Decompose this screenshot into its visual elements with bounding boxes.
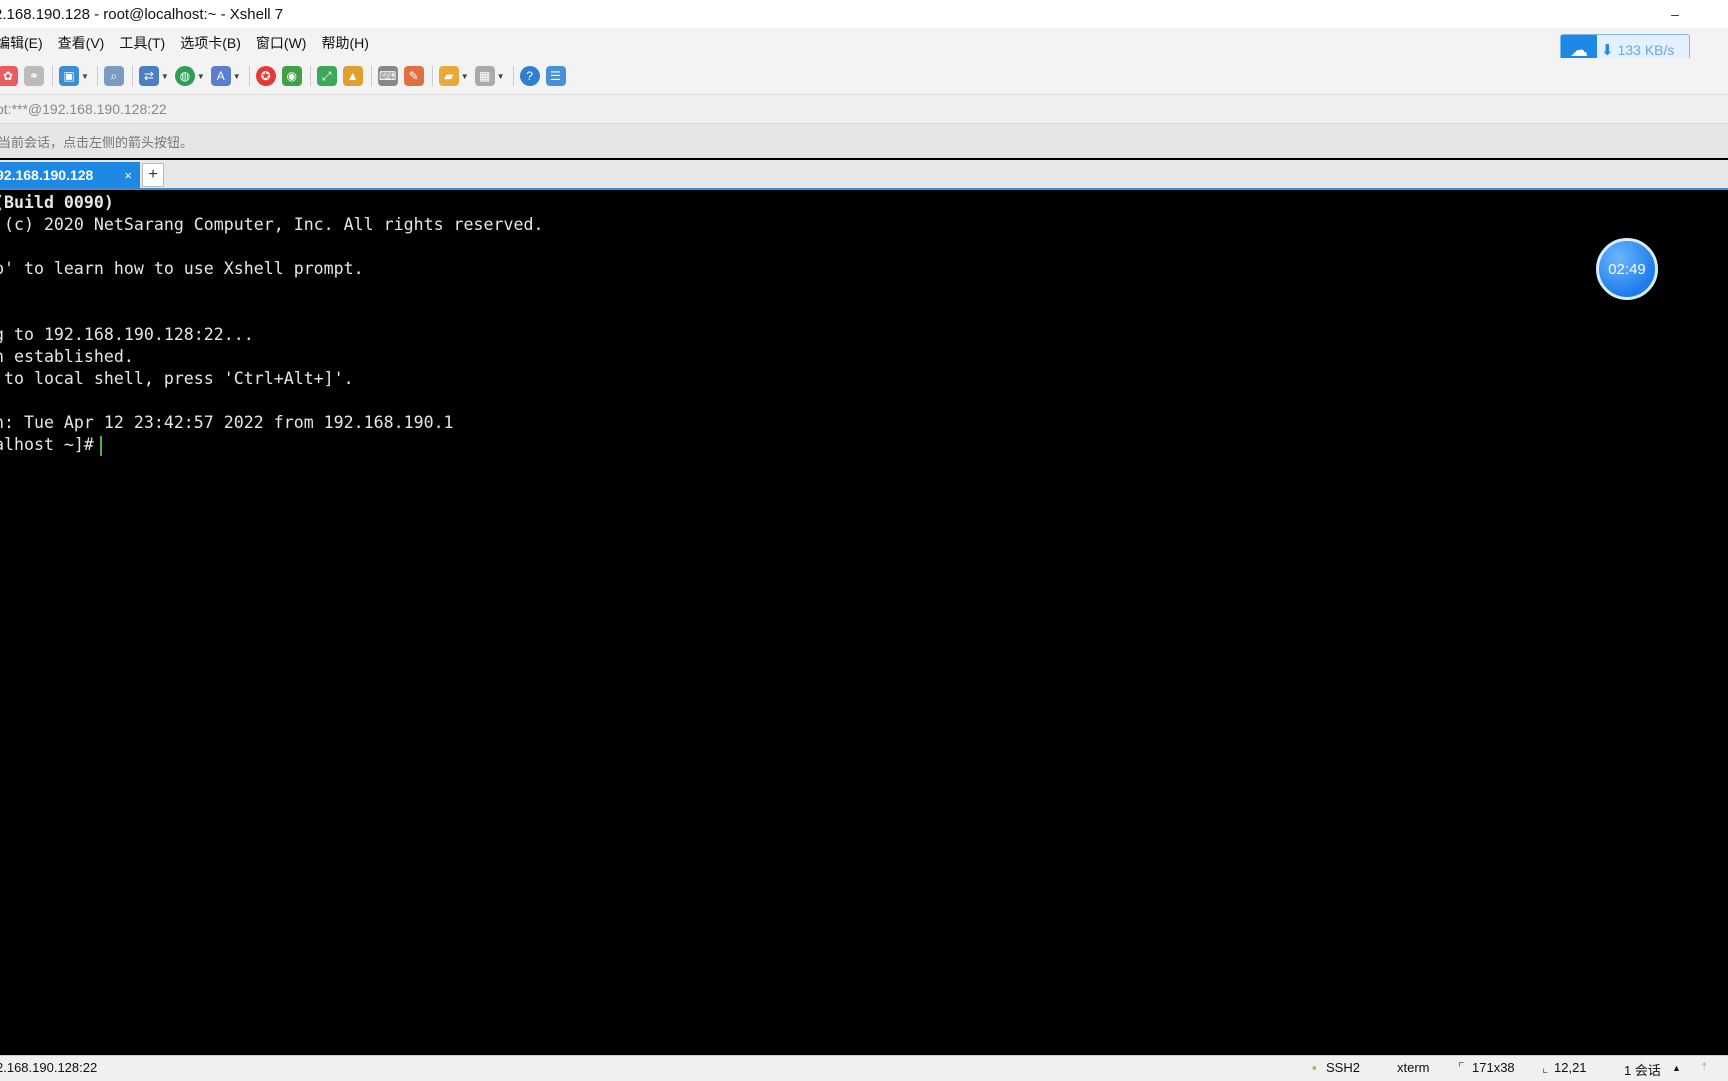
help-button[interactable]: ? (519, 66, 540, 86)
address-bar[interactable]: ot:***@192.168.190.128:22 (0, 95, 1728, 124)
toolbar-separator (431, 66, 433, 86)
status-position: 12,21 (1554, 1060, 1587, 1075)
close-icon[interactable]: × (124, 168, 132, 183)
status-term: xterm (1397, 1060, 1430, 1075)
address-value[interactable]: ot:***@192.168.190.128:22 (0, 101, 167, 117)
minimize-button[interactable]: – (1652, 0, 1698, 28)
toolbar-separator (512, 66, 514, 86)
title-bar: 2.168.190.128 - root@localhost:~ - Xshel… (0, 0, 1728, 28)
disconnect-icon: ⚭ (24, 66, 44, 86)
script-button[interactable]: ✎ (403, 66, 424, 86)
xftp-icon: ✪ (255, 66, 276, 86)
position-icon: ⌞ (1542, 1060, 1549, 1075)
terminal[interactable]: (Build 0090) t (c) 2020 NetSarang Comput… (0, 190, 1728, 1055)
new-session-button[interactable]: ▣ ▼ (59, 66, 89, 86)
layout-icon: ▦ (474, 66, 495, 86)
xmanager-button[interactable]: ◉ (281, 66, 302, 86)
globe-button[interactable]: ◍ ▼ (174, 66, 205, 86)
globe-icon: ◍ (174, 66, 195, 86)
status-sessions[interactable]: 1 会话 (1624, 1060, 1661, 1079)
dropdown-arrow-icon[interactable]: ▼ (197, 72, 205, 81)
menu-help[interactable]: 帮助(H) (321, 33, 368, 53)
transfer-button[interactable]: ⇄ ▼ (138, 66, 169, 86)
terminal-line: on established. (0, 347, 134, 366)
toolbar-separator (248, 66, 250, 86)
font-icon: A (210, 66, 231, 86)
lock-button[interactable]: ▲ (342, 66, 363, 86)
hint-text: 当前会话，点击左侧的箭头按钮。 (0, 134, 194, 150)
find-icon: ⌕ (103, 66, 124, 86)
dropdown-arrow-icon[interactable]: ▼ (497, 72, 505, 81)
terminal-prompt: calhost ~]# (0, 435, 94, 454)
script-icon: ✎ (403, 66, 424, 86)
terminal-line: ng to 192.168.190.128:22... (0, 325, 254, 344)
help-icon: ? (519, 66, 540, 86)
folder-icon: ▰ (438, 66, 459, 86)
keyboard-button[interactable]: ⌨ (377, 66, 398, 86)
terminal-cursor (99, 435, 102, 456)
menu-window[interactable]: 窗口(W) (256, 33, 307, 53)
dropdown-arrow-icon[interactable]: ▼ (233, 72, 241, 81)
disconnect-button[interactable]: ⚭ (24, 66, 44, 86)
find-button[interactable]: ⌕ (103, 66, 124, 86)
toolbar-separator (96, 66, 98, 86)
dropdown-arrow-icon[interactable]: ▼ (461, 72, 469, 81)
menu-tools[interactable]: 工具(T) (119, 33, 165, 53)
font-button[interactable]: A ▼ (210, 66, 241, 86)
menu-tabs[interactable]: 选项卡(B) (180, 33, 241, 53)
download-arrow-icon: ⬇ (1601, 42, 1614, 59)
arrow-up-icon[interactable]: ⇡ (1700, 1062, 1708, 1073)
size-icon: ⌜ (1458, 1060, 1465, 1075)
new-session-icon: ▣ (59, 66, 79, 86)
toolbar: ✿ ⚭ ▣ ▼ ⌕ ⇄ ▼ ◍ ▼ A ▼ ✪ ◉ ⤢ ▲ ⌨ ✎ ▰ ▼ ▦ ▼ ? ☰ (0, 58, 1728, 95)
toolbar-separator (131, 66, 133, 86)
properties-button[interactable]: ✿ (0, 66, 18, 86)
hint-bar: 当前会话，点击左侧的箭头按钮。 (0, 124, 1728, 158)
status-address: 2.168.190.128:22 (0, 1060, 98, 1075)
menu-view[interactable]: 查看(V) (58, 33, 105, 53)
status-bar: 2.168.190.128:22 ▪ SSH2 xterm ⌜ 171x38 ⌞… (0, 1055, 1728, 1081)
tab-bar: 92.168.190.128 × + (0, 160, 1728, 190)
folder-button[interactable]: ▰ ▼ (438, 66, 469, 86)
chevron-up-icon[interactable]: ▲ (1672, 1063, 1681, 1073)
dropdown-arrow-icon[interactable]: ▼ (161, 72, 169, 81)
terminal-line: e to local shell, press 'Ctrl+Alt+]'. (0, 369, 354, 388)
terminal-prompt-line: calhost ~]# (0, 434, 102, 456)
lock-icon: ▲ (342, 66, 363, 86)
terminal-line: (Build 0090) (0, 193, 114, 212)
fullscreen-button[interactable]: ⤢ (316, 66, 337, 86)
chat-button[interactable]: ☰ (545, 66, 566, 86)
status-protocol: SSH2 (1326, 1060, 1360, 1075)
window-title: 2.168.190.128 - root@localhost:~ - Xshel… (0, 5, 284, 23)
status-size: 171x38 (1472, 1060, 1515, 1075)
properties-icon: ✿ (0, 66, 18, 86)
terminal-line: t (c) 2020 NetSarang Computer, Inc. All … (0, 215, 544, 234)
terminal-line: in: Tue Apr 12 23:42:57 2022 from 192.16… (0, 413, 454, 432)
layout-button[interactable]: ▦ ▼ (474, 66, 505, 86)
xmanager-icon: ◉ (281, 66, 302, 86)
toolbar-separator (370, 66, 372, 86)
fullscreen-icon: ⤢ (316, 66, 337, 86)
toolbar-separator (52, 66, 53, 86)
chat-icon: ☰ (545, 66, 566, 86)
keyboard-icon: ⌨ (377, 66, 398, 86)
transfer-icon: ⇄ (138, 66, 159, 86)
xftp-button[interactable]: ✪ (255, 66, 276, 86)
dropdown-arrow-icon[interactable]: ▼ (81, 72, 89, 81)
timer-badge[interactable]: 02:49 (1596, 238, 1658, 300)
tab-session[interactable]: 92.168.190.128 × (0, 162, 140, 188)
tab-label: 92.168.190.128 (0, 167, 94, 183)
menu-bar: 编辑(E) 查看(V) 工具(T) 选项卡(B) 窗口(W) 帮助(H) (0, 28, 1728, 58)
toolbar-separator (309, 66, 311, 86)
add-tab-button[interactable]: + (142, 163, 164, 187)
net-speed-value: 133 KB/s (1617, 42, 1675, 58)
menu-edit[interactable]: 编辑(E) (0, 33, 43, 53)
lock-icon: ▪ (1312, 1060, 1317, 1075)
terminal-line: lp' to learn how to use Xshell prompt. (0, 259, 364, 278)
